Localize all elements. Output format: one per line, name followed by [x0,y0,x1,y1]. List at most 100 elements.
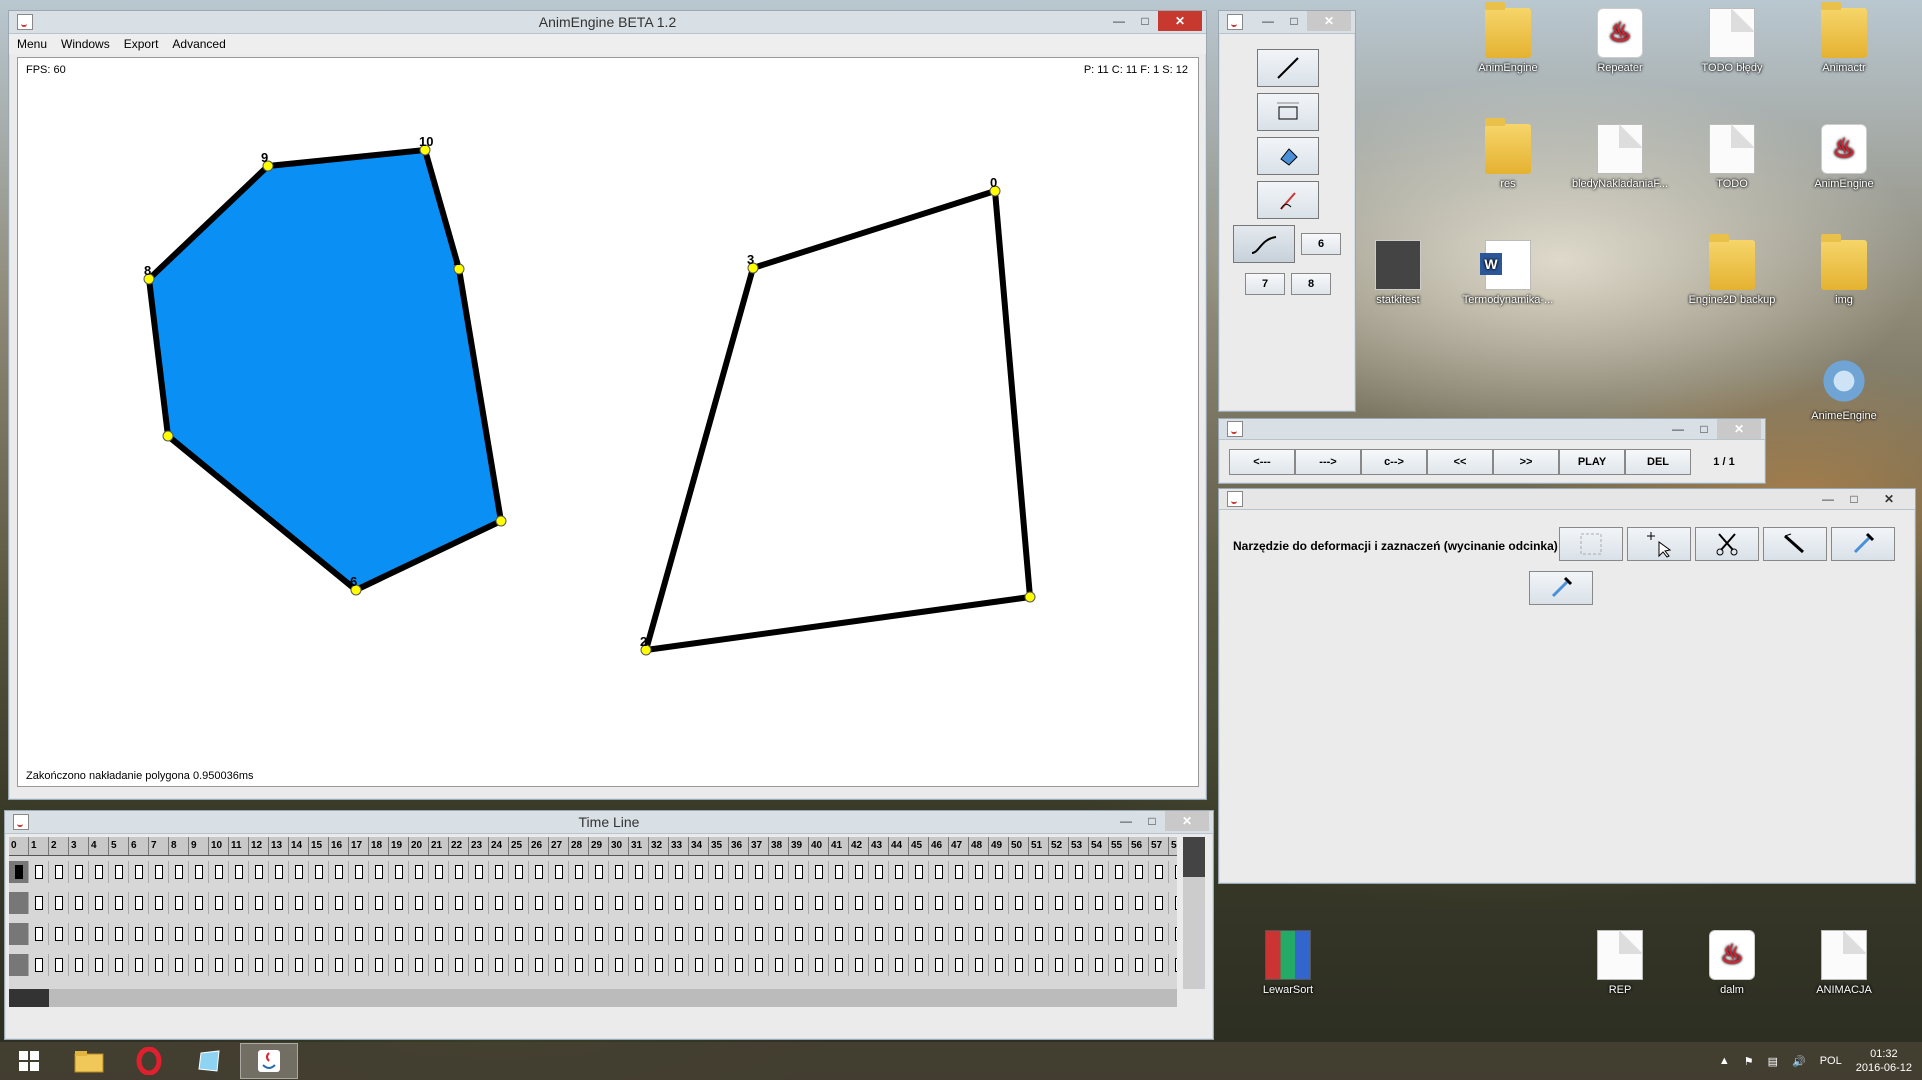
frame-cell[interactable] [669,860,689,883]
frame-cell[interactable] [169,922,189,945]
desktop-icon[interactable]: LewarSort [1240,930,1336,996]
frame-cell[interactable] [589,953,609,976]
frame-cell[interactable] [709,922,729,945]
frame-cell[interactable] [789,922,809,945]
frame-cell[interactable] [429,922,449,945]
option-button-6[interactable]: 6 [1301,233,1341,255]
pen-tool-button[interactable] [1257,181,1319,219]
frame-cell[interactable] [49,860,69,883]
frame-cell[interactable] [209,953,229,976]
frame-cell[interactable] [749,860,769,883]
frame-cell[interactable] [1169,923,1177,945]
frame-cell[interactable] [149,860,169,883]
frame-number[interactable]: 14 [289,837,309,855]
frame-cell[interactable] [189,953,209,976]
frame-cell[interactable] [149,953,169,976]
frame-number[interactable]: 22 [449,837,469,855]
frame-cell[interactable] [869,953,889,976]
frame-cell[interactable] [669,891,689,914]
frame-cell[interactable] [829,922,849,945]
network-icon[interactable]: ▤ [1768,1055,1778,1068]
frame-cell[interactable] [529,891,549,914]
desktop-icon[interactable]: Animactr [1796,2,1892,74]
frame-cell[interactable] [1129,922,1149,945]
frame-number[interactable]: 21 [429,837,449,855]
frame-cell[interactable] [249,860,269,883]
frame-number[interactable]: 26 [529,837,549,855]
frame-cell[interactable] [29,860,49,883]
frame-cell[interactable] [429,953,449,976]
frame-cell[interactable] [929,891,949,914]
frame-cell[interactable] [689,891,709,914]
desktop-icon[interactable]: W Termodynamika-... [1460,240,1556,306]
frame-cell[interactable] [289,891,309,914]
frame-number[interactable]: 50 [1009,837,1029,855]
frame-cell[interactable] [229,953,249,976]
first-frame-button[interactable]: << [1427,449,1493,475]
frame-number[interactable]: 7 [149,837,169,855]
frame-number[interactable]: 40 [809,837,829,855]
frame-number[interactable]: 12 [249,837,269,855]
frame-cell[interactable] [1049,953,1069,976]
frame-cell[interactable] [789,891,809,914]
frame-cell[interactable] [969,922,989,945]
frame-cell[interactable] [1129,860,1149,883]
frame-cell[interactable] [609,891,629,914]
frame-cell[interactable] [989,953,1009,976]
timeline-horizontal-scrollbar[interactable] [9,989,1177,1007]
volume-icon[interactable]: 🔊 [1792,1055,1806,1068]
frame-cell[interactable] [489,860,509,883]
frame-number[interactable]: 38 [769,837,789,855]
frame-cell[interactable] [889,860,909,883]
frame-number[interactable]: 25 [509,837,529,855]
minimize-button[interactable]: — [1113,811,1139,831]
frame-cell[interactable] [529,922,549,945]
frame-cell[interactable] [589,860,609,883]
desktop-icon[interactable]: TODO [1684,124,1780,190]
frame-cell[interactable] [109,953,129,976]
frame-cell[interactable] [789,953,809,976]
frame-cell[interactable] [1069,860,1089,883]
minimize-button[interactable]: — [1255,11,1281,31]
frame-cell[interactable] [469,860,489,883]
frame-cell[interactable] [1029,953,1049,976]
frame-number[interactable]: 46 [929,837,949,855]
line-tool-button[interactable] [1257,49,1319,87]
frame-cell[interactable] [329,953,349,976]
frame-cell[interactable] [389,860,409,883]
frame-cell[interactable] [889,922,909,945]
copy-frame-button[interactable]: c--> [1361,449,1427,475]
tools-titlebar[interactable]: — □ ✕ [1219,11,1355,34]
frame-number[interactable]: 0 [9,837,29,855]
frame-number[interactable]: 5 [109,837,129,855]
frame-cell[interactable] [349,953,369,976]
frame-cell[interactable] [129,891,149,914]
frame-cell[interactable] [389,953,409,976]
frame-cell[interactable] [509,891,529,914]
frame-number[interactable]: 54 [1089,837,1109,855]
frame-number[interactable]: 9 [189,837,209,855]
frame-cell[interactable] [929,953,949,976]
frame-cell[interactable] [269,891,289,914]
frame-cell[interactable] [29,891,49,914]
frame-cell[interactable] [49,891,69,914]
frame-number[interactable]: 36 [729,837,749,855]
frame-number[interactable]: 17 [349,837,369,855]
frame-number[interactable]: 44 [889,837,909,855]
frame-cell[interactable] [1029,891,1049,914]
frame-number[interactable]: 15 [309,837,329,855]
frame-cell[interactable] [889,953,909,976]
frame-cell[interactable] [1149,891,1169,914]
frame-cell[interactable] [1069,891,1089,914]
frame-cell[interactable] [1109,953,1129,976]
frame-cell[interactable] [569,922,589,945]
desktop-icon[interactable]: ♨ Repeater [1572,8,1668,74]
frame-cell[interactable] [29,922,49,945]
flag-icon[interactable]: ⚑ [1744,1055,1754,1068]
frame-cell[interactable] [289,922,309,945]
frame-cell[interactable] [189,891,209,914]
cut-segment-button[interactable] [1695,527,1759,561]
frame-cell[interactable] [109,860,129,883]
frame-cell[interactable] [389,922,409,945]
frame-cell[interactable] [569,953,589,976]
